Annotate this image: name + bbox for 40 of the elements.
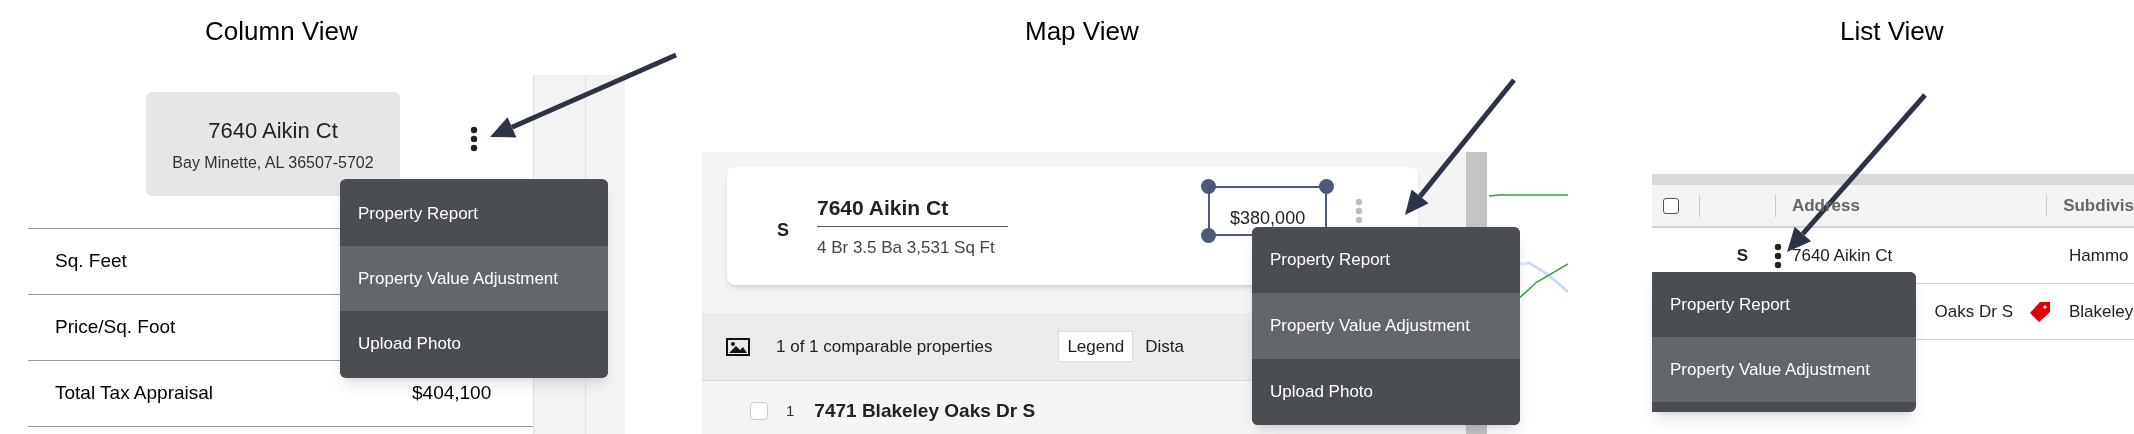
row-value: $404,100 <box>412 381 492 406</box>
menu-item[interactable]: Property Report <box>1652 272 1916 337</box>
resize-handle[interactable] <box>1201 179 1217 194</box>
menu-item[interactable]: Property Report <box>340 181 608 246</box>
view-title: List View <box>1840 16 1944 46</box>
subdivision-cell-text: Blakeley <box>2069 300 2134 323</box>
status-letter: S <box>777 218 789 242</box>
city-address: Bay Minette, AL 36507-5702 <box>172 152 374 173</box>
view-title: Map View <box>1025 16 1139 46</box>
row-label: Sq. Feet <box>54 249 128 274</box>
menu-item[interactable]: Property Value Adjustment <box>1252 293 1520 359</box>
status-letter: S <box>1736 244 1748 267</box>
street-address[interactable]: 7640 Aikin Ct <box>817 192 1009 227</box>
resize-handle[interactable] <box>1319 179 1335 194</box>
price: $380,000 <box>1230 206 1306 230</box>
more-icon[interactable] <box>470 126 478 152</box>
menu-item[interactable]: Upload Photo <box>1252 359 1520 425</box>
image-icon[interactable] <box>726 337 750 356</box>
menu-item[interactable]: Property Report <box>1252 227 1520 293</box>
select-all-checkbox[interactable] <box>1663 197 1679 214</box>
toolbar-label[interactable]: Dista <box>1145 333 1184 360</box>
address-cell-text: Oaks Dr S <box>1934 300 2013 323</box>
resize-handle[interactable] <box>1201 228 1217 243</box>
address-cell-text: 7640 Aikin Ct <box>1792 244 1893 267</box>
menu-item[interactable]: Upload Photo <box>340 311 608 376</box>
menu-item[interactable]: Property Value Adjustment <box>340 246 608 311</box>
subdivision-cell-text: Hammo <box>2069 244 2129 267</box>
street-address: 7640 Aikin Ct <box>208 116 338 145</box>
row-number: 1 <box>786 401 795 421</box>
legend-button[interactable]: Legend <box>1058 331 1134 362</box>
view-title: Column View <box>205 16 358 46</box>
more-icon[interactable] <box>1774 242 1782 269</box>
street-address[interactable]: 7471 Blakeley Oaks Dr S <box>814 397 1036 426</box>
row-label: Total Tax Appraisal <box>54 381 215 406</box>
comparable-count: 1 of 1 comparable properties <box>776 335 993 358</box>
row-label: Price/Sq. Foot <box>54 315 177 340</box>
property-details: 4 Br 3.5 Ba 3,531 Sq Ft <box>817 236 996 259</box>
row-checkbox[interactable] <box>750 402 768 421</box>
column-header[interactable]: Subdivis <box>2063 192 2134 219</box>
menu-item[interactable]: Property Value Adjustment <box>1652 337 1916 402</box>
